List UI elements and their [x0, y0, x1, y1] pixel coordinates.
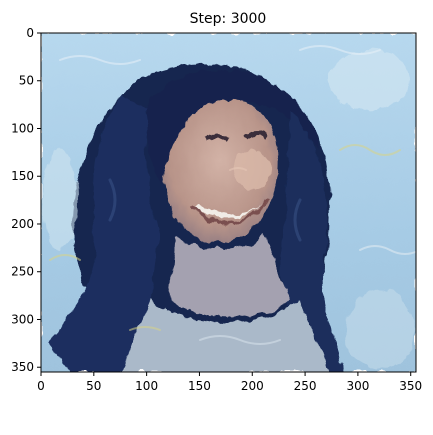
y-tick-label: 350 [11, 360, 34, 374]
x-tick-label: 150 [188, 379, 211, 393]
x-tick-label: 50 [86, 379, 101, 393]
y-axis: 0 50 100 150 200 250 300 350 [11, 26, 41, 374]
y-tick-label: 100 [11, 121, 34, 135]
image-area [41, 33, 416, 372]
chart: Step: 3000 0 50 100 150 200 250 300 350 … [11, 11, 422, 393]
x-tick-label: 0 [37, 379, 45, 393]
y-tick-label: 200 [11, 217, 34, 231]
x-tick-label: 200 [241, 379, 264, 393]
y-tick-label: 150 [11, 169, 34, 183]
light-patch-left [42, 150, 78, 250]
y-tick-label: 0 [26, 26, 34, 40]
light-patch-top-right [330, 50, 410, 110]
y-tick-label: 300 [11, 312, 34, 326]
y-tick-label: 250 [11, 265, 34, 279]
x-tick-label: 350 [399, 379, 422, 393]
cheek [234, 150, 270, 190]
chart-title: Step: 3000 [190, 11, 267, 27]
x-tick-label: 300 [346, 379, 369, 393]
x-tick-label: 250 [294, 379, 317, 393]
y-tick-label: 50 [19, 74, 34, 88]
x-tick-label: 100 [135, 379, 158, 393]
light-patch-bottom-right [345, 290, 415, 370]
x-axis: 0 50 100 150 200 250 300 350 [37, 372, 422, 393]
figure: Step: 3000 0 50 100 150 200 250 300 350 … [0, 0, 433, 435]
